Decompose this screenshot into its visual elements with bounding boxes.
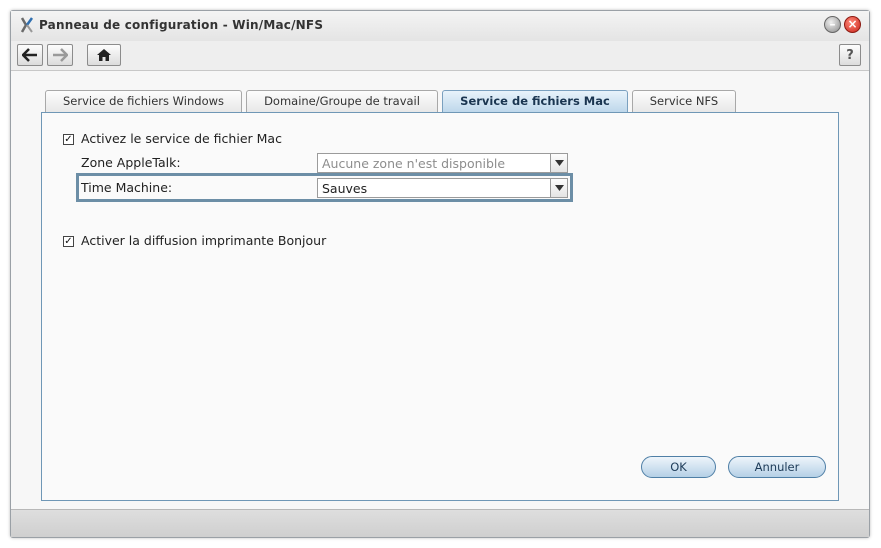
back-button[interactable] [17,44,43,66]
appletalk-select[interactable]: Aucune zone n'est disponible [317,153,568,173]
close-icon: × [847,17,858,31]
ok-button[interactable]: OK [641,456,716,478]
home-button[interactable] [87,44,121,66]
title-bar: Panneau de configuration - Win/Mac/NFS –… [11,11,869,41]
bonjour-checkbox[interactable]: ✓ [63,236,74,247]
chevron-down-icon [550,154,567,172]
close-button[interactable]: × [844,16,861,33]
time-machine-label: Time Machine: [81,180,173,195]
mac-settings-panel: ✓ Activez le service de fichier Mac Zone… [41,112,839,501]
help-button[interactable]: ? [839,44,861,66]
content-area: Service de fichiers Windows Domaine/Grou… [11,72,869,510]
tab-domain-workgroup[interactable]: Domaine/Groupe de travail [246,90,438,112]
app-icon [20,17,34,33]
arrow-left-icon [22,48,37,62]
control-panel-window: Panneau de configuration - Win/Mac/NFS –… [10,10,870,538]
appletalk-value: Aucune zone n'est disponible [322,156,506,171]
status-bar [11,509,869,537]
enable-mac-label: Activez le service de fichier Mac [81,131,282,146]
arrow-right-icon [53,48,68,62]
tab-windows-file-service[interactable]: Service de fichiers Windows [45,90,242,112]
tab-mac-file-service[interactable]: Service de fichiers Mac [442,90,628,113]
window-title: Panneau de configuration - Win/Mac/NFS [39,18,324,32]
home-icon [97,49,111,61]
minimize-button[interactable]: – [824,16,841,33]
time-machine-select[interactable]: Sauves [317,178,568,198]
time-machine-value: Sauves [322,181,368,196]
forward-button[interactable] [47,44,73,66]
minimize-icon: – [829,17,836,31]
enable-mac-checkbox[interactable]: ✓ [63,134,74,145]
navigation-toolbar: ? [11,41,869,71]
cancel-button[interactable]: Annuler [728,456,826,478]
appletalk-label: Zone AppleTalk: [81,155,181,170]
chevron-down-icon [550,179,567,197]
tab-nfs-service[interactable]: Service NFS [632,90,736,112]
bonjour-label: Activer la diffusion imprimante Bonjour [81,233,327,248]
